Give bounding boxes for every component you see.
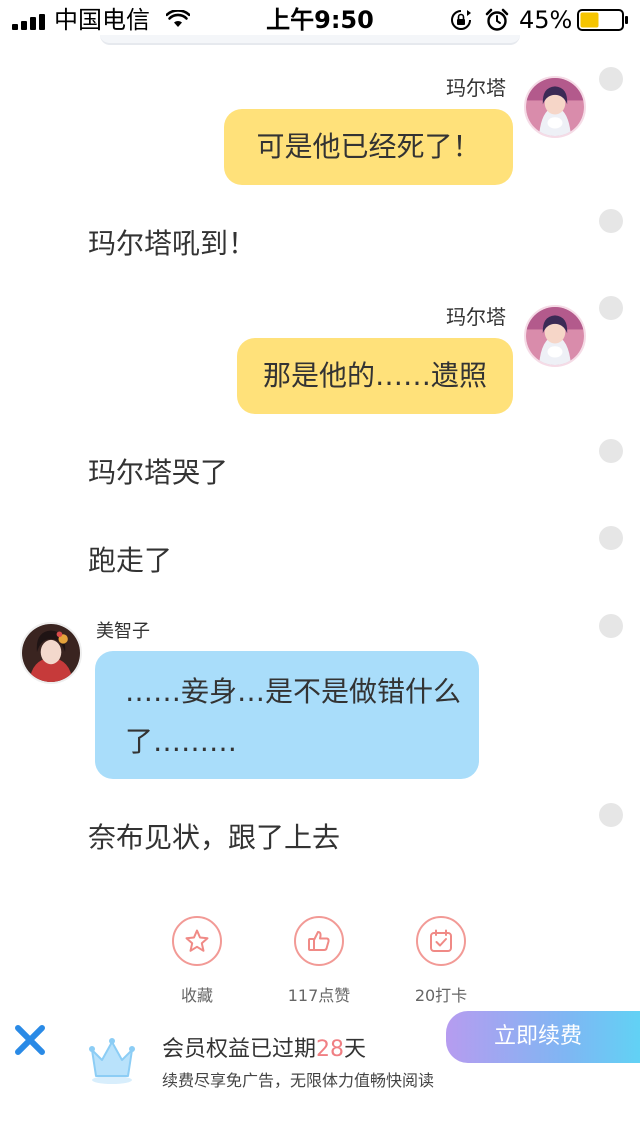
dialogue-bubble[interactable]: 可是他已经死了！	[224, 109, 513, 185]
favorite-button[interactable]: 收藏	[147, 916, 247, 1006]
comment-dot[interactable]	[599, 526, 623, 550]
dialogue-text-line: ……妾身…是不是做错什么	[125, 675, 462, 708]
comment-dot[interactable]	[599, 296, 623, 320]
checkin-icon-circle	[416, 916, 466, 966]
comment-dot[interactable]	[599, 803, 623, 827]
dialogue-bubble[interactable]: 那是他的……遗照	[237, 338, 513, 414]
rotation-lock-icon	[451, 10, 471, 30]
thumbs-up-icon	[308, 931, 330, 951]
dialogue-bubble[interactable]: ……妾身…是不是做错什么 了………	[95, 651, 479, 779]
status-bar: 中国电信 上午9:50 45%	[0, 0, 640, 40]
like-count-label: 117点赞	[287, 986, 351, 1005]
membership-title-prefix: 会员权益已过期	[162, 1037, 317, 1062]
crown-icon	[89, 1038, 135, 1084]
expired-days-count: 28	[316, 1037, 345, 1062]
avatar[interactable]	[20, 622, 82, 684]
comment-dot[interactable]	[599, 614, 623, 638]
battery-percentage: 45%	[519, 6, 573, 34]
previous-content-edge	[100, 35, 520, 45]
narration-text: 跑走了	[88, 544, 173, 577]
alarm-clock-icon	[485, 8, 509, 31]
dialogue-text: 那是他的……遗照	[262, 359, 487, 392]
narration-text: 奈布见状，跟了上去	[88, 821, 341, 854]
comment-dot[interactable]	[599, 67, 623, 91]
comment-dot[interactable]	[599, 209, 623, 233]
dialogue-text: 可是他已经死了！	[256, 130, 481, 163]
membership-expired-title: 会员权益已过期28天	[162, 1036, 366, 1064]
favorite-label: 收藏	[180, 986, 213, 1005]
star-icon	[185, 929, 209, 952]
speaker-name: 玛尔塔	[446, 76, 506, 100]
avatar[interactable]	[524, 305, 586, 367]
battery-icon	[577, 9, 628, 31]
calendar-check-icon	[430, 929, 452, 952]
favorite-icon-circle	[172, 916, 222, 966]
speaker-name: 美智子	[96, 621, 150, 642]
comment-dot[interactable]	[599, 439, 623, 463]
checkin-count-label: 20打卡	[414, 986, 468, 1005]
close-icon[interactable]	[12, 1022, 48, 1058]
like-button[interactable]: 117点赞	[269, 916, 369, 1006]
avatar[interactable]	[524, 76, 586, 138]
like-icon-circle	[294, 916, 344, 966]
narration-text: 玛尔塔哭了	[88, 456, 229, 489]
checkin-button[interactable]: 20打卡	[391, 916, 491, 1006]
speaker-name: 玛尔塔	[446, 305, 506, 329]
narration-text: 玛尔塔吼到！	[88, 227, 257, 260]
membership-subtitle: 续费尽享免广告，无限体力值畅快阅读	[162, 1071, 435, 1090]
renew-now-button[interactable]: 立即续费	[446, 1011, 640, 1063]
dialogue-text-line: 了………	[125, 725, 238, 758]
membership-title-suffix: 天	[344, 1037, 367, 1062]
